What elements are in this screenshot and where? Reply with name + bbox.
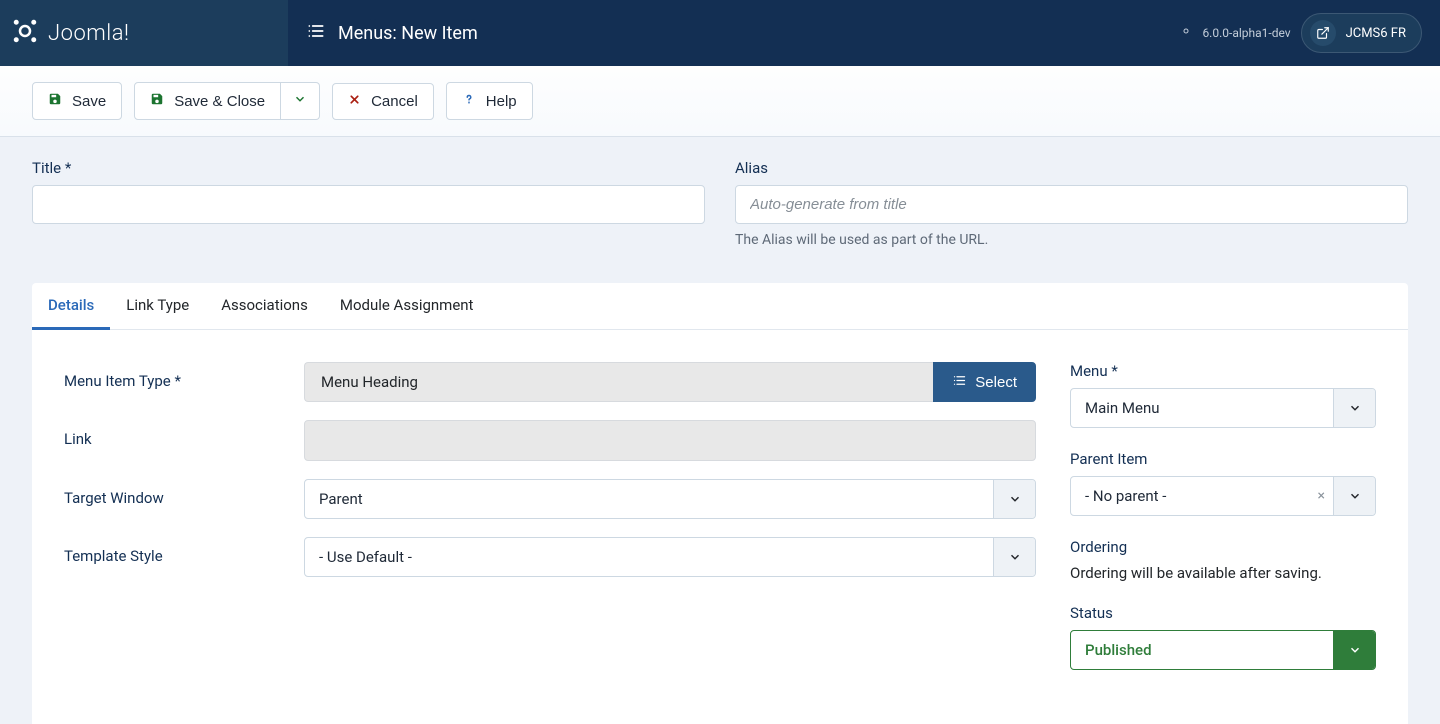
parent-item-select[interactable]: - No parent - ×: [1070, 476, 1376, 516]
template-style-value: - Use Default -: [305, 538, 993, 576]
title-label: Title *: [32, 159, 705, 177]
template-style-select[interactable]: - Use Default -: [304, 537, 1036, 577]
list-icon: [952, 373, 967, 392]
title-field-wrap: Title *: [32, 159, 705, 248]
ordering-label: Ordering: [1070, 538, 1376, 556]
main-column: Menu Item Type * Menu Heading Select: [64, 362, 1036, 692]
tab-associations[interactable]: Associations: [205, 283, 324, 329]
target-window-row: Target Window Parent: [64, 479, 1036, 519]
cancel-button[interactable]: Cancel: [332, 83, 434, 120]
status-select[interactable]: Published: [1070, 630, 1376, 670]
side-column: Menu * Main Menu Parent Item - No parent…: [1070, 362, 1376, 692]
tab-container: Details Link Type Associations Module As…: [32, 283, 1408, 724]
page-heading-area: Menus: New Item: [288, 0, 1180, 66]
list-icon: [306, 21, 326, 45]
tab-module-assignment[interactable]: Module Assignment: [324, 283, 490, 329]
alias-help-text: The Alias will be used as part of the UR…: [735, 232, 1408, 248]
status-field: Status Published: [1070, 604, 1376, 670]
chevron-down-icon: [993, 538, 1035, 576]
ordering-text: Ordering will be available after saving.: [1070, 564, 1376, 582]
top-bar: Joomla! Menus: New Item 6.0.0-alpha1-dev: [0, 0, 1440, 66]
version-text: 6.0.0-alpha1-dev: [1202, 26, 1290, 40]
template-style-label: Template Style: [64, 537, 304, 565]
menu-item-type-label: Menu Item Type *: [64, 362, 304, 390]
select-type-button[interactable]: Select: [933, 362, 1036, 402]
joomla-logo-icon: [10, 16, 48, 50]
menu-select[interactable]: Main Menu: [1070, 388, 1376, 428]
menu-item-type-value: Menu Heading: [304, 362, 933, 402]
title-input[interactable]: [32, 185, 705, 224]
save-button[interactable]: Save: [32, 82, 122, 120]
chevron-down-icon: [993, 480, 1035, 518]
external-link-icon: [1310, 20, 1336, 46]
chevron-down-icon: [1333, 631, 1375, 669]
brand-logo-area[interactable]: Joomla!: [0, 0, 288, 66]
target-window-value: Parent: [305, 480, 993, 518]
brand-name: Joomla!: [48, 21, 130, 46]
alias-label: Alias: [735, 159, 1408, 177]
help-icon: [462, 92, 476, 110]
site-name-text: JCMS6 FR: [1346, 26, 1406, 41]
help-button[interactable]: Help: [446, 82, 533, 120]
status-label: Status: [1070, 604, 1376, 622]
chevron-down-icon: [1333, 389, 1375, 427]
save-icon: [150, 92, 164, 110]
status-value: Published: [1071, 631, 1333, 669]
tab-strip: Details Link Type Associations Module As…: [32, 283, 1408, 330]
link-label: Link: [64, 420, 304, 448]
cancel-icon: [348, 93, 361, 110]
joomla-small-icon: [1180, 25, 1192, 41]
alias-input[interactable]: [735, 185, 1408, 224]
save-dropdown-button[interactable]: [281, 82, 320, 120]
tab-link-type[interactable]: Link Type: [110, 283, 205, 329]
menu-item-type-row: Menu Item Type * Menu Heading Select: [64, 362, 1036, 402]
tab-details[interactable]: Details: [32, 283, 110, 330]
alias-field-wrap: Alias The Alias will be used as part of …: [735, 159, 1408, 248]
template-style-row: Template Style - Use Default -: [64, 537, 1036, 577]
page-title: Menus: New Item: [338, 23, 478, 44]
parent-item-label: Parent Item: [1070, 450, 1376, 468]
chevron-down-icon: [1333, 477, 1375, 515]
save-icon: [48, 92, 62, 110]
menu-value: Main Menu: [1071, 389, 1333, 427]
tab-body: Menu Item Type * Menu Heading Select: [32, 330, 1408, 724]
title-alias-row: Title * Alias The Alias will be used as …: [0, 137, 1440, 258]
menu-field: Menu * Main Menu: [1070, 362, 1376, 428]
chevron-down-icon: [293, 92, 307, 110]
header-right: 6.0.0-alpha1-dev JCMS6 FR: [1180, 0, 1440, 66]
link-row: Link: [64, 420, 1036, 461]
ordering-field: Ordering Ordering will be available afte…: [1070, 538, 1376, 582]
link-value: [304, 420, 1036, 461]
clear-icon[interactable]: ×: [1310, 477, 1333, 515]
target-window-select[interactable]: Parent: [304, 479, 1036, 519]
toolbar: Save Save & Close Cancel Help: [0, 66, 1440, 137]
menu-label: Menu *: [1070, 362, 1376, 380]
save-close-button[interactable]: Save & Close: [134, 82, 281, 120]
parent-item-value: - No parent -: [1071, 477, 1310, 515]
site-frontend-button[interactable]: JCMS6 FR: [1301, 13, 1422, 53]
target-window-label: Target Window: [64, 479, 304, 507]
parent-item-field: Parent Item - No parent - ×: [1070, 450, 1376, 516]
